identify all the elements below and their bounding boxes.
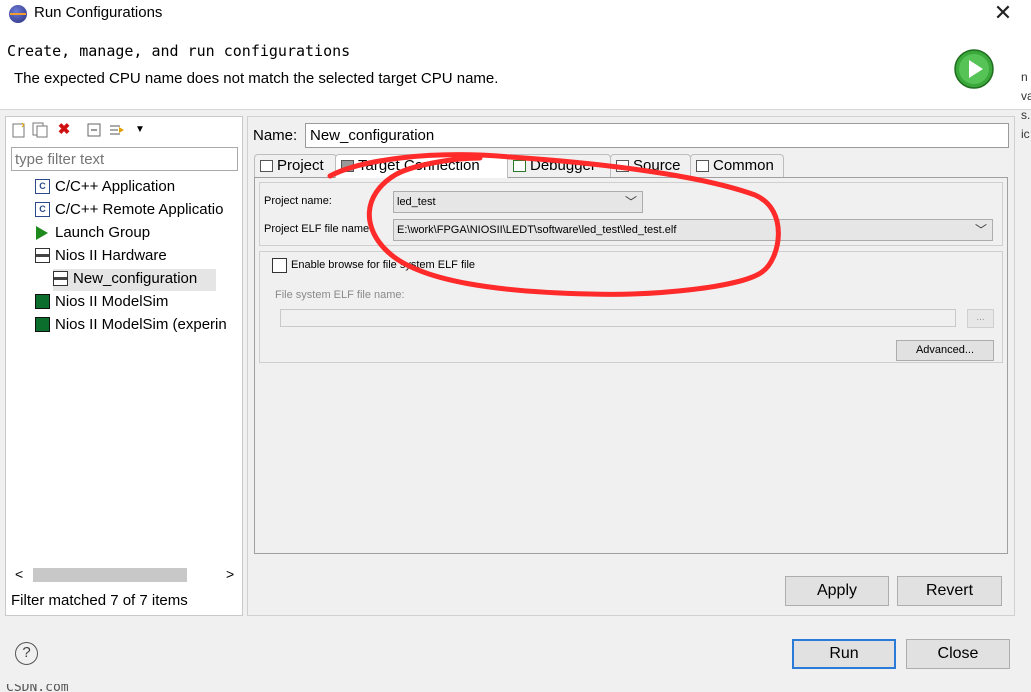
nios-hardware-icon [35, 248, 50, 263]
elf-file-label: Project ELF file name [264, 223, 370, 235]
common-tab-icon [696, 160, 709, 172]
eclipse-icon [9, 5, 27, 23]
chevron-down-icon[interactable]: ▼ [132, 122, 148, 138]
filter-input[interactable] [11, 147, 238, 171]
project-name-combo[interactable]: led_test ﹀ [393, 191, 643, 213]
help-icon[interactable]: ? [15, 642, 38, 665]
run-configurations-window: Run Configurations ✕ Create, manage, and… [0, 0, 1031, 692]
tab-debugger[interactable]: Debugger [507, 154, 611, 178]
horizontal-scrollbar[interactable]: < > [12, 566, 238, 584]
apply-button[interactable]: Apply [785, 576, 889, 606]
configuration-list-pane: ✖ ▼ C C/C++ Application C C/C++ Remote A… [5, 116, 243, 616]
name-input[interactable] [305, 123, 1009, 148]
tab-project[interactable]: Project [254, 154, 337, 178]
run-button[interactable]: Run [792, 639, 896, 669]
nios-config-icon [53, 271, 68, 286]
scroll-left-icon[interactable]: < [15, 566, 23, 582]
filter-status: Filter matched 7 of 7 items [11, 592, 188, 609]
chevron-down-icon: ﹀ [974, 223, 987, 237]
dialog-header: Create, manage, and run configurations T… [0, 28, 1031, 141]
fs-elf-label: File system ELF file name: [275, 289, 405, 301]
scroll-right-icon[interactable]: > [226, 566, 234, 582]
browse-button[interactable]: ... [967, 309, 994, 328]
scroll-thumb[interactable] [33, 568, 187, 582]
launch-group-icon [35, 225, 50, 240]
file-system-elf-group: Enable browse for file system ELF file F… [259, 251, 1003, 363]
delete-config-icon[interactable]: ✖ [56, 122, 72, 138]
tab-source[interactable]: Source [610, 154, 691, 178]
tree-item-new-configuration[interactable]: New_configuration [53, 269, 216, 291]
watermark-text: CSDN.com [6, 684, 69, 692]
close-button[interactable]: Close [906, 639, 1010, 669]
collapse-all-icon[interactable] [86, 122, 102, 138]
source-tab-icon [616, 160, 629, 172]
header-message: The expected CPU name does not match the… [14, 70, 499, 87]
debugger-tab-icon [513, 160, 526, 172]
background-window-edge: n va s. ic [1021, 70, 1031, 141]
name-label: Name: [253, 127, 298, 144]
enable-browse-checkbox[interactable] [272, 258, 287, 273]
duplicate-config-icon[interactable] [32, 122, 48, 138]
window-title: Run Configurations [34, 4, 163, 21]
header-title: Create, manage, and run configurations [7, 42, 351, 60]
title-bar: Run Configurations ✕ [0, 0, 1031, 28]
enable-browse-label: Enable browse for file system ELF file [291, 259, 476, 271]
modelsim-icon [35, 317, 50, 332]
left-toolbar: ✖ ▼ [6, 117, 242, 143]
advanced-button[interactable]: Advanced... [896, 340, 994, 361]
new-config-icon[interactable] [11, 122, 27, 138]
filter-config-icon[interactable] [109, 122, 125, 138]
tab-common[interactable]: Common [690, 154, 784, 178]
run-banner-icon [954, 49, 994, 89]
target-connection-panel: Project name: led_test ﹀ Project ELF fil… [254, 177, 1008, 554]
revert-button[interactable]: Revert [897, 576, 1002, 606]
elf-file-combo[interactable]: E:\work\FPGA\NIOSII\LEDT\software\led_te… [393, 219, 993, 241]
configuration-editor-pane: Name: Project Target Connection Debugger… [247, 116, 1015, 616]
modelsim-icon [35, 294, 50, 309]
configuration-tree: C C/C++ Application C C/C++ Remote Appli… [6, 177, 242, 567]
project-group: Project name: led_test ﹀ Project ELF fil… [259, 182, 1003, 246]
chevron-down-icon: ﹀ [624, 195, 637, 209]
tab-target-connection[interactable]: Target Connection [335, 154, 508, 178]
close-icon[interactable]: ✕ [993, 2, 1013, 24]
c-remote-app-icon: C [35, 202, 50, 217]
c-app-icon: C [35, 179, 50, 194]
target-connection-tab-icon [341, 160, 354, 172]
project-name-label: Project name: [264, 195, 332, 207]
fs-elf-input[interactable] [280, 309, 956, 327]
project-tab-icon [260, 160, 273, 172]
tab-bar: Project Target Connection Debugger Sourc… [254, 154, 1008, 178]
